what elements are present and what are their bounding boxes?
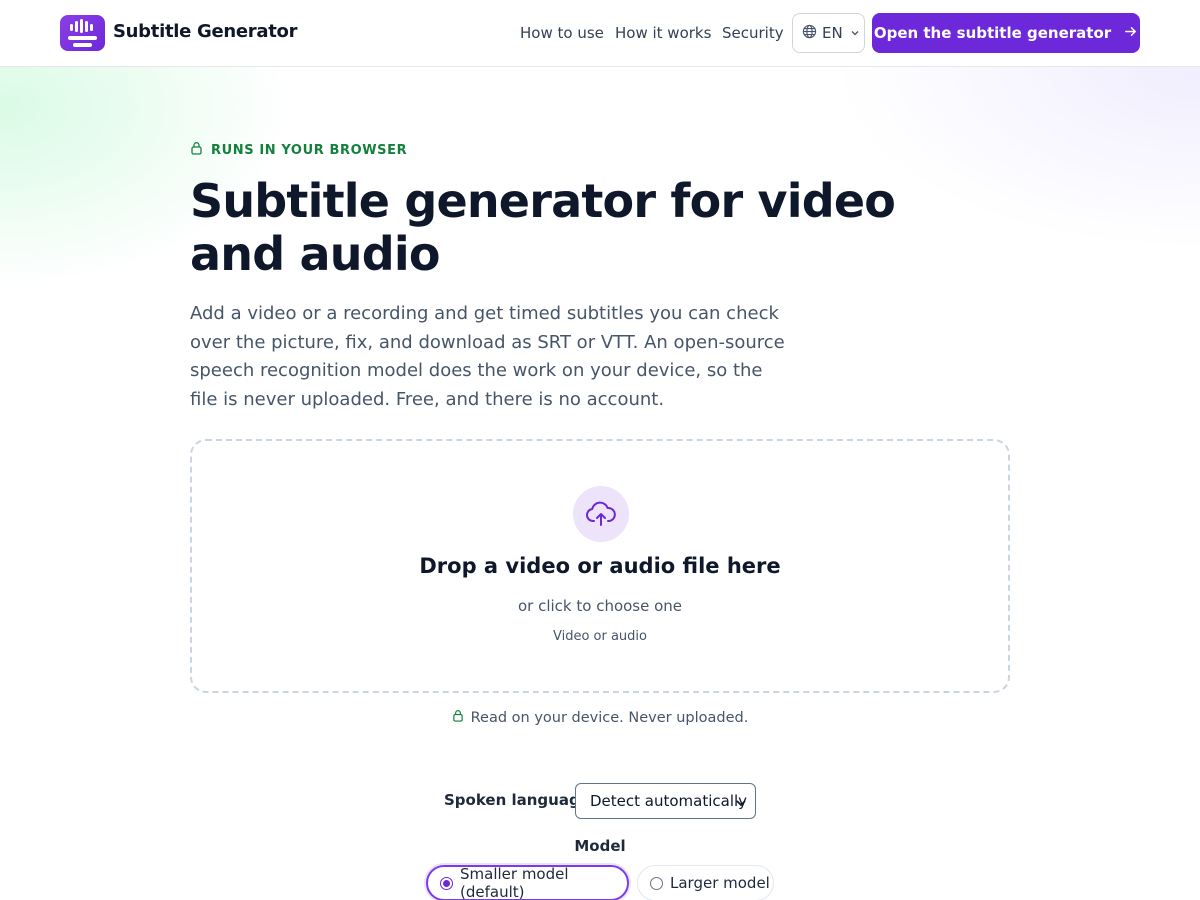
model-option-label: Larger model: [670, 874, 770, 892]
open-generator-label: Open the subtitle generator: [873, 24, 1112, 42]
privacy-note-text: Read on your device. Never uploaded.: [470, 709, 749, 726]
hero-description: Add a video or a recording and get timed…: [190, 303, 785, 410]
file-dropzone[interactable]: Drop a video or audio file here or click…: [190, 439, 1010, 693]
arrow-right-icon: [1123, 24, 1138, 43]
radio-unselected[interactable]: [650, 876, 663, 890]
radio-selected[interactable]: [440, 876, 453, 890]
model-option-label: Smaller model (default): [460, 865, 569, 900]
dropzone-subtitle: or click to choose one: [517, 597, 683, 615]
eyebrow-text: RUNS IN YOUR BROWSER: [211, 142, 408, 158]
page-title: Subtitle generator for video and audio: [190, 174, 896, 281]
privacy-note: Read on your device. Never uploaded.: [0, 709, 1200, 726]
model-option-smaller[interactable]: Smaller model (default): [426, 865, 629, 900]
hero-eyebrow: RUNS IN YOUR BROWSER: [190, 141, 407, 159]
dropzone-hint: Video or audio: [552, 629, 647, 644]
language-switcher[interactable]: EN: [792, 13, 865, 53]
app-logo[interactable]: [60, 15, 105, 51]
brand-name[interactable]: Subtitle Generator: [113, 21, 297, 42]
top-navbar: Subtitle Generator How to use How it wor…: [0, 0, 1200, 67]
spoken-language-value: Detect automatically: [590, 792, 748, 810]
spoken-language-select[interactable]: Detect automatically: [575, 783, 756, 819]
open-generator-button[interactable]: Open the subtitle generator: [872, 13, 1140, 53]
upload-cloud-icon: [573, 486, 629, 542]
lock-icon: [452, 709, 464, 726]
chevron-down-icon: [850, 24, 860, 42]
nav-security[interactable]: Security: [722, 24, 784, 42]
nav-how-it-works[interactable]: How it works: [615, 24, 711, 42]
nav-how-to-use[interactable]: How to use: [520, 24, 604, 42]
globe-icon: [802, 24, 817, 43]
model-label: Model: [574, 837, 626, 855]
chevron-down-icon: [735, 795, 747, 813]
lock-icon: [190, 141, 203, 159]
dropzone-title: Drop a video or audio file here: [419, 554, 781, 578]
language-code: EN: [822, 24, 843, 42]
spoken-language-label: Spoken language: [444, 791, 590, 809]
model-option-larger[interactable]: Larger model: [637, 865, 774, 900]
